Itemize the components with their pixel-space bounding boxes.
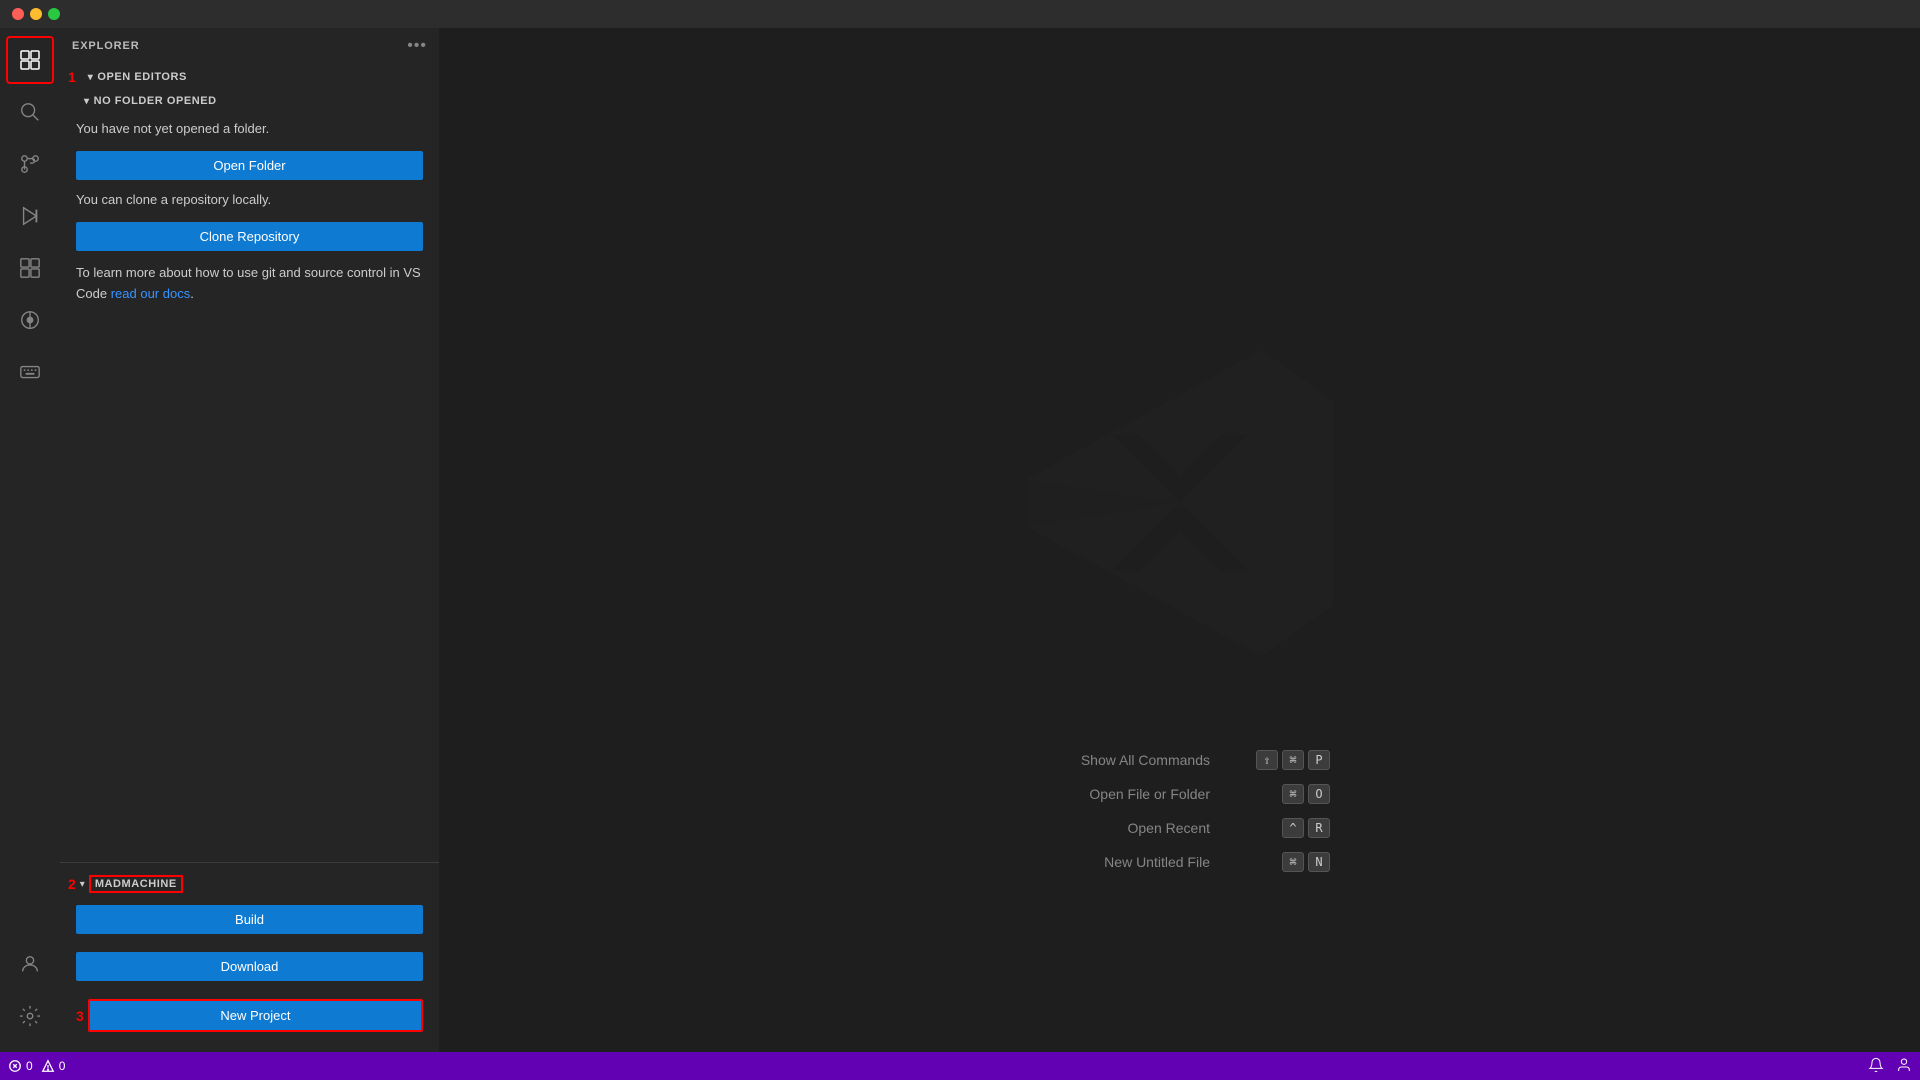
app-body: EXPLORER ••• 1 ▾ OPEN EDITORS ▾ NO FOLDE… (0, 28, 1920, 1052)
madmachine-label: MADMACHINE (89, 875, 183, 893)
no-folder-text: You have not yet opened a folder. (76, 119, 423, 139)
shortcut-label-open: Open File or Folder (1030, 786, 1210, 802)
key-cmd-o: ⌘ (1282, 784, 1304, 804)
new-project-button[interactable]: New Project (88, 999, 423, 1032)
status-left: 0 0 (8, 1059, 65, 1073)
no-folder-chevron: ▾ (84, 96, 90, 107)
shortcut-label-commands: Show All Commands (1030, 752, 1210, 768)
minimize-button[interactable] (30, 8, 42, 20)
clone-text: You can clone a repository locally. (76, 192, 271, 207)
close-button[interactable] (12, 8, 24, 20)
section1-number: 1 (68, 69, 76, 85)
activity-extensions[interactable] (6, 244, 54, 292)
activity-account[interactable] (6, 940, 54, 988)
explorer-title: EXPLORER (72, 40, 140, 52)
key-n: N (1308, 852, 1330, 872)
activity-run[interactable] (6, 192, 54, 240)
explorer-header: EXPLORER ••• (60, 28, 439, 63)
key-cmd: ⌘ (1282, 750, 1304, 770)
main-content: Show All Commands ⇧ ⌘ P Open File or Fol… (440, 28, 1920, 1052)
open-editors-header[interactable]: ▾ OPEN EDITORS (80, 67, 195, 87)
docs-hint: To learn more about how to use git and s… (76, 263, 423, 305)
shortcut-keys-open: ⌘ O (1282, 784, 1330, 804)
shortcut-keys-new: ⌘ N (1282, 852, 1330, 872)
activity-explorer[interactable] (6, 36, 54, 84)
shortcut-row-recent: Open Recent ^ R (1030, 818, 1330, 838)
key-ctrl: ^ (1282, 818, 1304, 838)
clone-hint-text: You can clone a repository locally. (76, 190, 423, 211)
activity-timeline[interactable] (6, 296, 54, 344)
titlebar (0, 0, 1920, 28)
remote-icon[interactable] (1896, 1057, 1912, 1076)
section2-number: 2 (68, 876, 76, 892)
hint-after: . (190, 286, 194, 301)
no-folder-label: NO FOLDER OPENED (94, 95, 217, 107)
activity-search[interactable] (6, 88, 54, 136)
errors-indicator[interactable]: 0 (8, 1059, 33, 1073)
build-button[interactable]: Build (76, 905, 423, 934)
open-editors-label: OPEN EDITORS (97, 71, 187, 83)
shortcut-label-recent: Open Recent (1030, 820, 1210, 836)
activity-settings[interactable] (6, 992, 54, 1040)
shortcut-keys-recent: ^ R (1282, 818, 1330, 838)
maximize-button[interactable] (48, 8, 60, 20)
activity-bar (0, 28, 60, 1052)
activity-keyboard[interactable] (6, 348, 54, 396)
key-o: O (1308, 784, 1330, 804)
open-folder-button[interactable]: Open Folder (76, 151, 423, 180)
section3-number: 3 (76, 1008, 84, 1024)
key-r: R (1308, 818, 1330, 838)
clone-repository-button[interactable]: Clone Repository (76, 222, 423, 251)
new-project-wrapper: 3 New Project (76, 999, 423, 1032)
status-bar: 0 0 (0, 1052, 1920, 1080)
sidebar: EXPLORER ••• 1 ▾ OPEN EDITORS ▾ NO FOLDE… (60, 28, 440, 1052)
notifications-icon[interactable] (1868, 1057, 1884, 1076)
download-button[interactable]: Download (76, 952, 423, 981)
shortcut-label-new: New Untitled File (1030, 854, 1210, 870)
key-shift: ⇧ (1256, 750, 1278, 770)
shortcut-row-open: Open File or Folder ⌘ O (1030, 784, 1330, 804)
warning-count: 0 (59, 1059, 66, 1073)
warnings-indicator[interactable]: 0 (41, 1059, 66, 1073)
no-folder-header[interactable]: ▾ NO FOLDER OPENED (60, 91, 439, 111)
shortcut-keys-commands: ⇧ ⌘ P (1256, 750, 1330, 770)
madmachine-buttons: Build Download 3 New Project (60, 897, 439, 1044)
docs-link[interactable]: read our docs (111, 286, 191, 301)
more-options-button[interactable]: ••• (407, 37, 427, 55)
open-editors-chevron: ▾ (88, 72, 94, 83)
shortcut-row-commands: Show All Commands ⇧ ⌘ P (1030, 750, 1330, 770)
section1-wrapper: 1 ▾ OPEN EDITORS (60, 63, 439, 91)
madmachine-chevron: ▾ (80, 879, 85, 890)
status-right (1868, 1057, 1912, 1076)
madmachine-section: 2 ▾ MADMACHINE Build Download 3 New Proj… (60, 863, 439, 1052)
key-cmd-n: ⌘ (1282, 852, 1304, 872)
madmachine-header[interactable]: 2 ▾ MADMACHINE (60, 871, 439, 897)
shortcut-row-new: New Untitled File ⌘ N (1030, 852, 1330, 872)
activity-source-control[interactable] (6, 140, 54, 188)
key-p: P (1308, 750, 1330, 770)
traffic-lights (12, 8, 60, 20)
no-folder-content: You have not yet opened a folder. Open F… (60, 111, 439, 862)
error-count: 0 (26, 1059, 33, 1073)
shortcuts-panel: Show All Commands ⇧ ⌘ P Open File or Fol… (1030, 750, 1330, 872)
vscode-logo (1010, 333, 1350, 678)
